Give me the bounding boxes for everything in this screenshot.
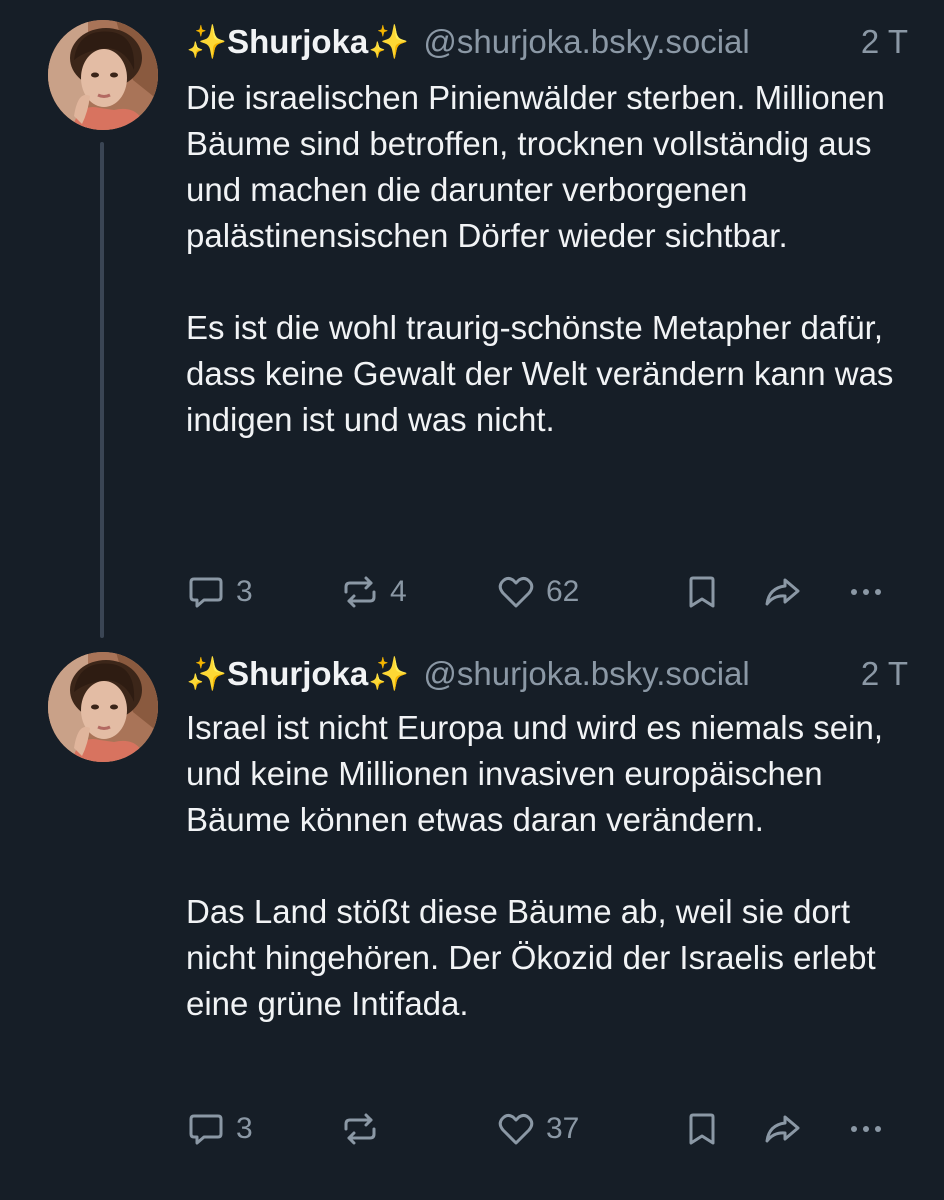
reply-count: 3 [236,575,253,608]
post-text: Die israelischen Pinienwälder sterben. M… [186,75,916,443]
repost-button[interactable] [340,1107,390,1151]
heart-icon [498,1113,534,1145]
author-handle[interactable]: @shurjoka.bsky.social [423,23,749,61]
bookmark-button[interactable] [682,1107,722,1151]
post-timestamp[interactable]: 2 T [861,655,908,693]
author-display-name[interactable]: ✨Shurjoka✨ [186,23,409,62]
post-actions: 3 37 [186,1107,896,1151]
reply-icon [189,1114,223,1145]
share-button[interactable] [762,1107,802,1151]
reply-count: 3 [236,1112,253,1145]
repost-icon [344,1113,376,1145]
repost-count: 4 [390,575,407,608]
reply-button[interactable]: 3 [186,570,253,614]
post-text: Israel ist nicht Europa und wird es niem… [186,705,916,1027]
thread-line [100,142,104,638]
author-display-name[interactable]: ✨Shurjoka✨ [186,655,409,694]
more-options-button[interactable] [846,570,886,614]
post-actions: 3 4 62 [186,570,896,614]
post-timestamp[interactable]: 2 T [861,23,908,61]
more-options-button[interactable] [846,1107,886,1151]
more-options-icon [851,1126,881,1132]
heart-icon [498,576,534,608]
share-button[interactable] [762,570,802,614]
like-button[interactable]: 62 [496,570,579,614]
avatar[interactable] [48,20,158,130]
more-options-icon [851,589,881,595]
avatar[interactable] [48,652,158,762]
post-header: ✨Shurjoka✨ @shurjoka.bsky.social 2 T [186,653,908,695]
repost-button[interactable]: 4 [340,570,407,614]
post-header: ✨Shurjoka✨ @shurjoka.bsky.social 2 T [186,21,908,63]
bookmark-icon [689,1113,715,1145]
share-icon [765,578,800,606]
like-button[interactable]: 37 [496,1107,579,1151]
reply-icon [189,577,223,608]
author-handle[interactable]: @shurjoka.bsky.social [423,655,749,693]
share-icon [765,1115,800,1143]
bookmark-button[interactable] [682,570,722,614]
bookmark-icon [689,576,715,608]
repost-icon [344,576,376,608]
reply-button[interactable]: 3 [186,1107,253,1151]
post-paragraph: Es ist die wohl traurig-schönste Metaphe… [186,309,894,438]
like-count: 62 [546,575,580,608]
post-paragraph: Israel ist nicht Europa und wird es niem… [186,709,883,838]
post-paragraph: Das Land stößt diese Bäume ab, weil sie … [186,893,876,1022]
like-count: 37 [546,1112,580,1145]
post-paragraph: Die israelischen Pinienwälder sterben. M… [186,79,885,254]
